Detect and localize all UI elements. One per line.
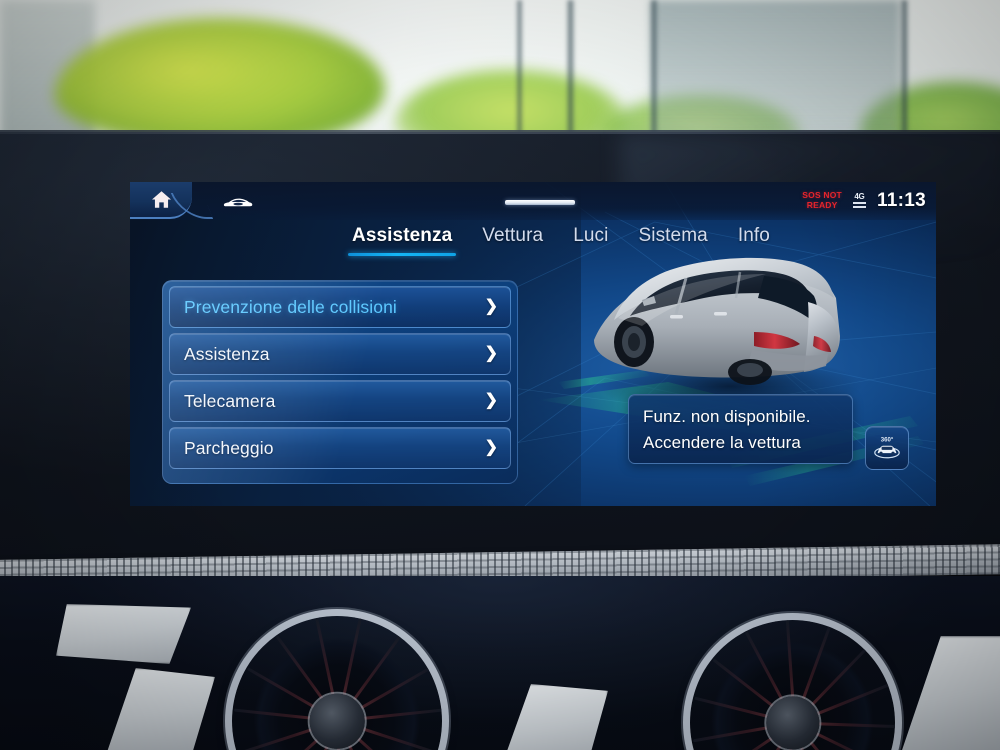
trim-accent bbox=[500, 684, 608, 750]
svg-text:360°: 360° bbox=[881, 436, 894, 443]
trim-accent bbox=[56, 604, 191, 664]
background-mullion bbox=[516, 0, 523, 150]
background-mullion bbox=[650, 0, 658, 150]
tab-label: Info bbox=[737, 225, 770, 246]
car-icon bbox=[223, 194, 253, 209]
toast-line-1: Funz. non disponibile. bbox=[643, 407, 811, 426]
chevron-right-icon: ❯ bbox=[484, 439, 498, 456]
sos-line-2: READY bbox=[806, 199, 838, 210]
tab-sistema[interactable]: Sistema bbox=[634, 222, 711, 256]
background-window bbox=[0, 0, 1000, 150]
tab-label: Sistema bbox=[638, 225, 708, 246]
tab-label: Assistenza bbox=[352, 225, 453, 246]
status-bar: SOS NOT READY 4G 11:13 bbox=[130, 182, 936, 220]
display-bezel-top-edge bbox=[0, 130, 1000, 134]
signal-bars-icon: 4G bbox=[852, 192, 866, 208]
signal-bars bbox=[852, 202, 866, 208]
network-label: 4G bbox=[854, 192, 865, 202]
list-item[interactable]: Telecamera ❯ bbox=[169, 380, 511, 422]
list-item-label: Prevenzione delle collisioni bbox=[184, 296, 397, 317]
vehicle-button[interactable] bbox=[216, 187, 260, 215]
air-vent[interactable] bbox=[232, 616, 442, 750]
toast-line-2: Accendere la vettura bbox=[643, 433, 801, 452]
list-item[interactable]: Assistenza ❯ bbox=[169, 333, 511, 375]
chevron-right-icon: ❯ bbox=[484, 392, 498, 409]
infotainment-display[interactable]: SOS NOT READY 4G 11:13 Assistenza Vettur… bbox=[130, 182, 936, 506]
background-mullion bbox=[900, 0, 909, 150]
home-icon bbox=[151, 190, 172, 209]
tab-label: Luci bbox=[573, 225, 609, 246]
list-item[interactable]: Prevenzione delle collisioni ❯ bbox=[169, 286, 511, 328]
chevron-right-icon: ❯ bbox=[484, 345, 498, 362]
notification-toast: Funz. non disponibile. Accendere la vett… bbox=[628, 394, 853, 464]
tab-info[interactable]: Info bbox=[734, 222, 774, 256]
background-tree bbox=[55, 18, 385, 148]
dashboard-lower-panel bbox=[0, 576, 1000, 750]
air-vent[interactable] bbox=[690, 620, 895, 750]
tab-assistenza[interactable]: Assistenza bbox=[348, 222, 457, 256]
background-glass-panel bbox=[650, 0, 900, 150]
trim-accent bbox=[900, 636, 1000, 750]
surround-view-360-button[interactable]: 360° bbox=[865, 426, 909, 470]
background-mullion bbox=[566, 0, 575, 150]
list-item[interactable]: Parcheggio ❯ bbox=[169, 427, 511, 469]
list-item-label: Parcheggio bbox=[184, 437, 274, 458]
assistance-menu-list: Prevenzione delle collisioni ❯ Assistenz… bbox=[162, 280, 518, 484]
tab-label: Vettura bbox=[482, 225, 544, 246]
drawer-handle[interactable] bbox=[505, 200, 575, 205]
clock: 11:13 bbox=[876, 189, 926, 211]
list-item-label: Assistenza bbox=[184, 343, 270, 364]
home-button[interactable] bbox=[130, 182, 192, 219]
trim-accent bbox=[105, 668, 215, 750]
status-indicators: SOS NOT READY 4G 11:13 bbox=[802, 182, 926, 219]
list-item-label: Telecamera bbox=[184, 390, 276, 411]
screenshot-scene: SOS NOT READY 4G 11:13 Assistenza Vettur… bbox=[0, 0, 1000, 750]
tab-vettura[interactable]: Vettura bbox=[478, 222, 547, 256]
main-tab-bar: Assistenza Vettura Luci Sistema Info bbox=[130, 222, 936, 256]
vent-hub[interactable] bbox=[309, 693, 365, 749]
status-badge: SOS NOT READY bbox=[802, 190, 842, 210]
tab-luci[interactable]: Luci bbox=[569, 222, 612, 256]
chevron-right-icon: ❯ bbox=[484, 298, 498, 315]
surround-view-360-icon: 360° bbox=[874, 436, 900, 459]
